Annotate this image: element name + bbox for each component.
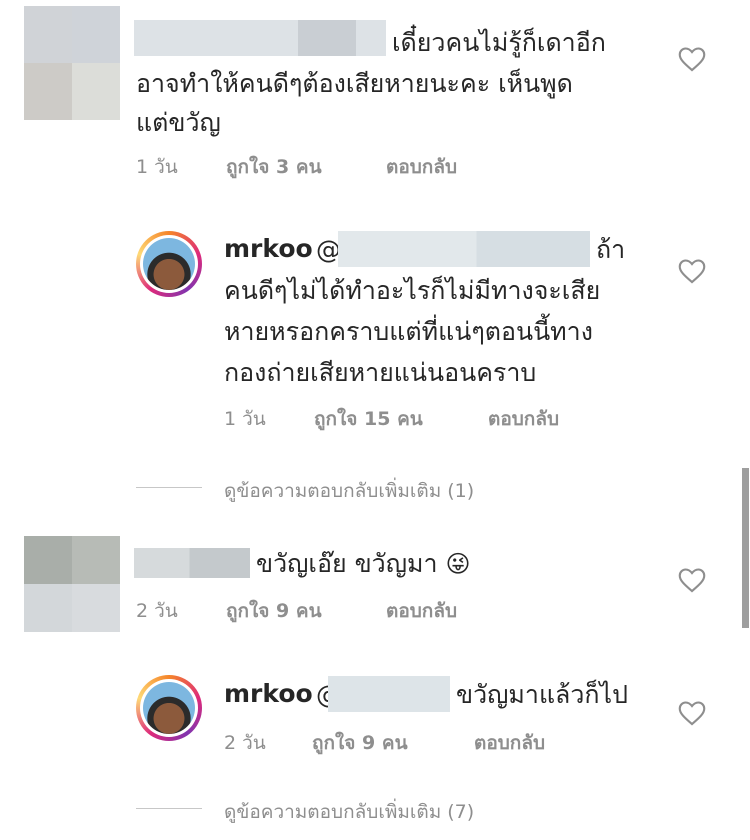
avatar-blurred[interactable]: [24, 536, 120, 632]
heart-icon[interactable]: [678, 258, 706, 284]
comment-time: 1 วัน: [136, 156, 178, 178]
username-redacted: [134, 20, 386, 56]
likes-count[interactable]: ถูกใจ 15 คน: [314, 404, 423, 434]
comment-time: 1 วัน: [224, 408, 266, 430]
view-more-replies[interactable]: ดูข้อความตอบกลับเพิ่มเติม (1): [224, 476, 474, 506]
divider-line: [136, 487, 202, 488]
comment-time: 2 วัน: [224, 732, 266, 754]
reply-button[interactable]: ตอบกลับ: [386, 596, 457, 626]
scrollbar-thumb[interactable]: [742, 468, 749, 628]
comment-text: เดี๋ยวคนไม่รู้ก็เดาอีก: [392, 28, 606, 57]
reply-text: ขวัญมาแล้วก็ไป: [456, 680, 628, 709]
divider-line: [136, 808, 202, 809]
likes-count[interactable]: ถูกใจ 9 คน: [312, 728, 408, 758]
heart-icon[interactable]: [678, 567, 706, 593]
mention-redacted: [338, 231, 590, 267]
avatar-blurred[interactable]: [24, 6, 120, 120]
likes-count[interactable]: ถูกใจ 3 คน: [226, 152, 322, 182]
comment-time: 2 วัน: [136, 600, 178, 622]
reply-button[interactable]: ตอบกลับ: [488, 404, 559, 434]
mention-redacted: [328, 676, 450, 712]
reply-button[interactable]: ตอบกลับ: [386, 152, 457, 182]
username[interactable]: mrkoo: [224, 679, 313, 708]
reply-text: ถ้า: [596, 235, 626, 264]
comment-text: แต่ขวัญ: [136, 108, 221, 137]
view-more-replies[interactable]: ดูข้อความตอบกลับเพิ่มเติม (7): [224, 797, 474, 827]
reply-text: กองถ่ายเสียหายแน่นอนคราบ: [224, 358, 537, 387]
username[interactable]: mrkoo: [224, 234, 313, 263]
comment-text: ขวัญเอ๊ย ขวัญมา 😜: [256, 549, 471, 578]
comment-text: อาจทำให้คนดีๆต้องเสียหายนะคะ เห็นพูด: [136, 69, 573, 98]
reply-text: หายหรอกคราบแต่ที่แน่ๆตอนนี้ทาง: [224, 317, 593, 346]
username-redacted: [134, 548, 250, 578]
emoji-tongue-wink: 😜: [445, 550, 471, 578]
heart-icon[interactable]: [678, 46, 706, 72]
reply-text: คนดีๆไม่ได้ทำอะไรก็ไม่มีทางจะเสีย: [224, 276, 601, 305]
reply-button[interactable]: ตอบกลับ: [474, 728, 545, 758]
likes-count[interactable]: ถูกใจ 9 คน: [226, 596, 322, 626]
heart-icon[interactable]: [678, 700, 706, 726]
avatar[interactable]: [136, 675, 202, 741]
avatar[interactable]: [136, 231, 202, 297]
